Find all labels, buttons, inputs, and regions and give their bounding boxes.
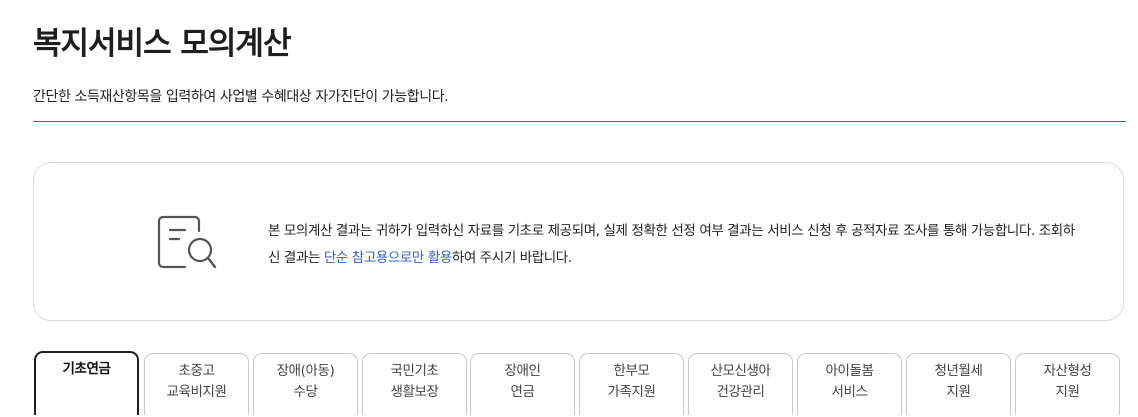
tab-label-line2: 가족지원 [607,384,656,400]
tab-disability-child-allowance[interactable]: 장애(아동) 수당 [253,353,358,415]
tab-label: 장애인 [504,363,541,379]
tab-label-line2: 연금 [510,384,535,400]
tab-label-line2: 건강관리 [716,384,765,400]
tab-basic-livelihood[interactable]: 국민기초 생활보장 [362,353,467,415]
title-divider [33,121,1126,122]
tab-child-care-service[interactable]: 아이돌봄 서비스 [797,353,902,415]
tab-education-support[interactable]: 초중고 교육비지원 [144,353,249,415]
tab-label-line2: 지원 [946,384,971,400]
tab-asset-building-support[interactable]: 자산형성 지원 [1015,353,1120,415]
notice-text: 본 모의계산 결과는 귀하가 입력하신 자료를 기초로 제공되며, 실제 정확한… [268,218,1078,272]
tab-label: 기초연금 [62,361,111,377]
tab-youth-rent-support[interactable]: 청년월세 지원 [906,353,1011,415]
document-search-icon [157,215,217,269]
notice-box: 본 모의계산 결과는 귀하가 입력하신 자료를 기초로 제공되며, 실제 정확한… [33,162,1124,321]
page-title: 복지서비스 모의계산 [33,26,291,62]
notice-highlight: 단순 참고용으로만 활용 [323,250,452,266]
service-tabs: 기초연금 초중고 교육비지원 장애(아동) 수당 국민기초 생활보장 장애인 연… [34,351,1134,417]
tab-label: 초중고 [178,363,215,379]
tab-label: 자산형성 [1043,363,1092,379]
tab-disability-pension[interactable]: 장애인 연금 [470,353,575,415]
tab-label-line2: 수당 [293,384,318,400]
page-description: 간단한 소득재산항목을 입력하여 사업별 수혜대상 자가진단이 가능합니다. [33,89,449,105]
tab-label-line2: 교육비지원 [166,384,227,400]
tab-basic-pension[interactable]: 기초연금 [34,351,139,415]
tab-label: 국민기초 [390,363,439,379]
tab-maternal-newborn-care[interactable]: 산모신생아 건강관리 [688,353,793,415]
tab-label: 한부모 [613,363,650,379]
tab-label-line2: 생활보장 [390,384,439,400]
tab-label: 장애(아동) [276,363,335,379]
tab-label: 청년월세 [934,363,983,379]
notice-text-after: 하여 주시기 바랍니다. [451,250,572,266]
tab-label: 아이돌봄 [825,363,874,379]
tab-label-line2: 서비스 [831,384,868,400]
tab-label: 산모신생아 [710,363,771,379]
tab-single-parent-support[interactable]: 한부모 가족지원 [579,353,684,415]
tab-label-line2: 지원 [1055,384,1080,400]
